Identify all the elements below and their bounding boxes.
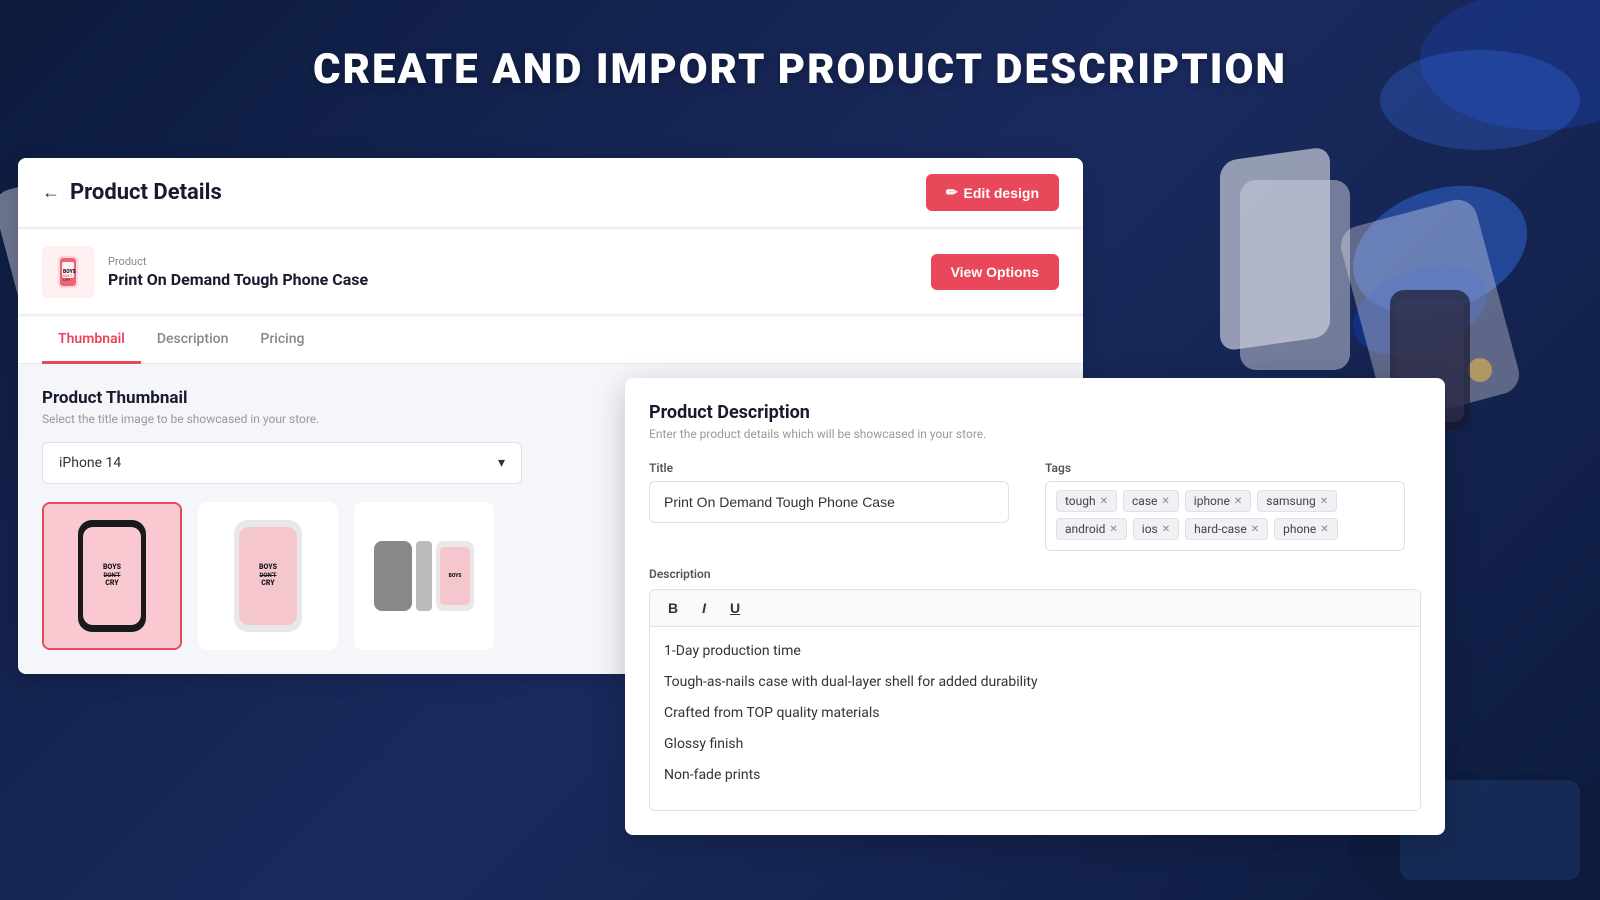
tag-hard-case[interactable]: hard-case ✕: [1185, 518, 1268, 540]
desc-line-2: Tough-as-nails case with dual-layer shel…: [664, 672, 1406, 693]
tab-pricing[interactable]: Pricing: [244, 317, 320, 364]
tag-hard-case-remove[interactable]: ✕: [1251, 524, 1259, 535]
tag-samsung[interactable]: samsung ✕: [1257, 490, 1337, 512]
tag-case-remove[interactable]: ✕: [1161, 496, 1169, 507]
thumbnail-card-2[interactable]: BOYS DON'T CRY: [198, 502, 338, 650]
desc-line-5: Non-fade prints: [664, 765, 1406, 786]
tag-samsung-label: samsung: [1266, 494, 1315, 508]
description-label: Description: [649, 567, 1421, 581]
desc-line-3: Crafted from TOP quality materials: [664, 703, 1406, 724]
tags-label: Tags: [1045, 461, 1421, 475]
underline-button[interactable]: U: [724, 598, 746, 618]
product-info-bar: BOYS DON'T CRY Product Print On Demand T…: [18, 230, 1083, 315]
tag-ios-remove[interactable]: ✕: [1162, 524, 1170, 535]
page-title: CREATE AND IMPORT PRODUCT DESCRIPTION: [313, 45, 1287, 94]
tag-samsung-remove[interactable]: ✕: [1320, 496, 1328, 507]
tag-tough[interactable]: tough ✕: [1056, 490, 1117, 512]
tag-android-label: android: [1065, 522, 1105, 536]
tag-ios[interactable]: ios ✕: [1133, 518, 1179, 540]
tag-android[interactable]: android ✕: [1056, 518, 1127, 540]
view-options-button[interactable]: View Options: [931, 254, 1059, 290]
back-button[interactable]: ←: [42, 182, 60, 203]
tag-iphone[interactable]: iphone ✕: [1185, 490, 1252, 512]
desc-fields-row: Title Tags tough ✕ case ✕ iphone ✕: [649, 461, 1421, 551]
tag-android-remove[interactable]: ✕: [1109, 524, 1117, 535]
tag-iphone-label: iphone: [1194, 494, 1230, 508]
tag-hard-case-label: hard-case: [1194, 522, 1247, 536]
edit-icon: ✏: [946, 184, 958, 201]
italic-button[interactable]: I: [696, 598, 712, 618]
tag-tough-remove[interactable]: ✕: [1100, 496, 1108, 507]
product-name: Print On Demand Tough Phone Case: [108, 270, 368, 289]
tag-ios-label: ios: [1142, 522, 1158, 536]
desc-line-4: Glossy finish: [664, 734, 1406, 755]
tag-phone-remove[interactable]: ✕: [1320, 524, 1328, 535]
tag-phone[interactable]: phone ✕: [1274, 518, 1338, 540]
product-description-panel: Product Description Enter the product de…: [625, 378, 1445, 835]
title-field-group: Title: [649, 461, 1025, 551]
dropdown-value: iPhone 14: [59, 455, 121, 471]
tags-field-group: Tags tough ✕ case ✕ iphone ✕ samsung ✕: [1045, 461, 1421, 551]
desc-panel-subtitle: Enter the product details which will be …: [649, 427, 1421, 441]
editor-content[interactable]: 1-Day production time Tough-as-nails cas…: [650, 627, 1420, 810]
tag-case-label: case: [1132, 494, 1157, 508]
desc-line-1: 1-Day production time: [664, 641, 1406, 662]
tags-container[interactable]: tough ✕ case ✕ iphone ✕ samsung ✕ androi…: [1045, 481, 1405, 551]
tag-tough-label: tough: [1065, 494, 1096, 508]
thumbnail-card-3[interactable]: BOYS: [354, 502, 494, 650]
panel-title: Product Details: [70, 180, 222, 205]
product-info-text: Product Print On Demand Tough Phone Case: [108, 255, 368, 289]
panel-header-left: ← Product Details: [42, 180, 222, 205]
thumbnail-card-1[interactable]: BOYS DON'T CRY: [42, 502, 182, 650]
panel-header: ← Product Details ✏ Edit design: [18, 158, 1083, 228]
product-icon: BOYS DON'T CRY: [42, 246, 94, 298]
title-input[interactable]: [649, 481, 1009, 523]
product-info-left: BOYS DON'T CRY Product Print On Demand T…: [42, 246, 368, 298]
description-editor: B I U 1-Day production time Tough-as-nai…: [649, 589, 1421, 811]
edit-design-button[interactable]: ✏ Edit design: [926, 174, 1059, 211]
tag-iphone-remove[interactable]: ✕: [1234, 496, 1242, 507]
svg-text:CRY: CRY: [63, 277, 71, 282]
tag-case[interactable]: case ✕: [1123, 490, 1179, 512]
editor-toolbar: B I U: [650, 590, 1420, 627]
tab-thumbnail[interactable]: Thumbnail: [42, 317, 141, 364]
edit-design-label: Edit design: [964, 185, 1039, 201]
product-label: Product: [108, 255, 368, 268]
chevron-down-icon: ▾: [498, 455, 505, 471]
bold-button[interactable]: B: [662, 598, 684, 618]
title-label: Title: [649, 461, 1025, 475]
tabs-bar: Thumbnail Description Pricing: [18, 317, 1083, 364]
tag-phone-label: phone: [1283, 522, 1316, 536]
iphone-model-dropdown[interactable]: iPhone 14 ▾: [42, 442, 522, 484]
desc-panel-title: Product Description: [649, 402, 1421, 423]
tab-description[interactable]: Description: [141, 317, 245, 364]
